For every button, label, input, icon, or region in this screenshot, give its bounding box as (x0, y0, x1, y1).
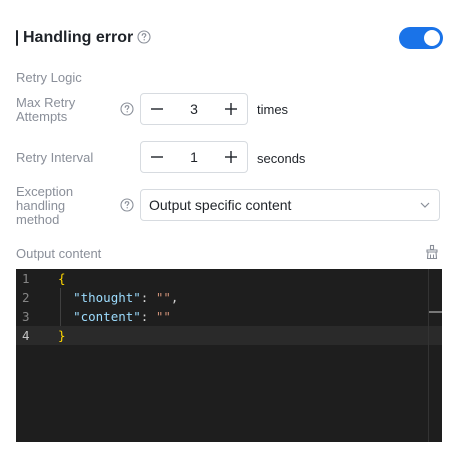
error-handling-toggle[interactable] (399, 27, 443, 49)
max-retry-value[interactable]: 3 (173, 94, 215, 124)
output-content-label: Output content (16, 246, 102, 261)
question-circle-icon[interactable] (120, 102, 134, 116)
editor-line-active[interactable]: 4 } (16, 326, 442, 345)
code-text: "content": "" (58, 307, 171, 326)
section-header: Handling error (16, 26, 444, 50)
code-token: : (140, 309, 156, 324)
code-token: "content" (73, 309, 141, 324)
max-retry-decrement-button[interactable] (141, 94, 173, 124)
broom-icon[interactable] (424, 244, 440, 260)
editor-line[interactable]: 2 "thought": "", (16, 288, 442, 307)
retry-interval-stepper[interactable]: 1 (140, 141, 248, 173)
plus-icon (225, 103, 237, 115)
editor-line[interactable]: 3 "content": "" (16, 307, 442, 326)
code-text: "thought": "", (58, 288, 178, 307)
scrollbar-cursor-mark (429, 311, 442, 313)
retry-interval-unit: seconds (257, 151, 306, 166)
toggle-knob (424, 30, 440, 46)
max-retry-label: Max Retry Attempts (16, 95, 76, 124)
retry-interval-increment-button[interactable] (215, 142, 247, 172)
code-token: "" (155, 290, 171, 305)
minus-icon (151, 108, 163, 110)
minus-icon (151, 156, 163, 158)
code-token: : (140, 290, 156, 305)
code-editor[interactable]: 1 { 2 "thought": "", 3 "content": "" 4 } (16, 269, 442, 442)
question-circle-icon[interactable] (137, 30, 151, 44)
retry-interval-decrement-button[interactable] (141, 142, 173, 172)
retry-interval-label: Retry Interval (16, 150, 94, 165)
line-number: 4 (22, 328, 30, 343)
max-retry-increment-button[interactable] (215, 94, 247, 124)
retry-logic-label: Retry Logic (16, 70, 82, 85)
line-number: 3 (22, 309, 30, 324)
editor-scrollbar[interactable] (428, 269, 442, 442)
line-number: 2 (22, 290, 30, 305)
editor-line[interactable]: 1 { (16, 269, 442, 288)
code-text: } (58, 328, 66, 343)
section-title: Handling error (23, 29, 134, 46)
line-number: 1 (22, 271, 30, 286)
max-retry-unit: times (257, 102, 289, 117)
chevron-down-icon (420, 202, 430, 208)
exception-handling-label: Exception handling method (16, 184, 74, 227)
max-retry-stepper[interactable]: 3 (140, 93, 248, 125)
question-circle-icon[interactable] (120, 198, 134, 212)
exception-method-selected: Output specific content (149, 197, 292, 213)
code-token: "" (155, 309, 171, 324)
plus-icon (225, 151, 237, 163)
exception-method-select[interactable]: Output specific content (140, 189, 440, 221)
title-accent-bar (16, 30, 18, 46)
retry-interval-value[interactable]: 1 (173, 142, 215, 172)
code-token: , (170, 290, 179, 305)
code-token: "thought" (73, 290, 141, 305)
code-text: { (58, 271, 66, 286)
